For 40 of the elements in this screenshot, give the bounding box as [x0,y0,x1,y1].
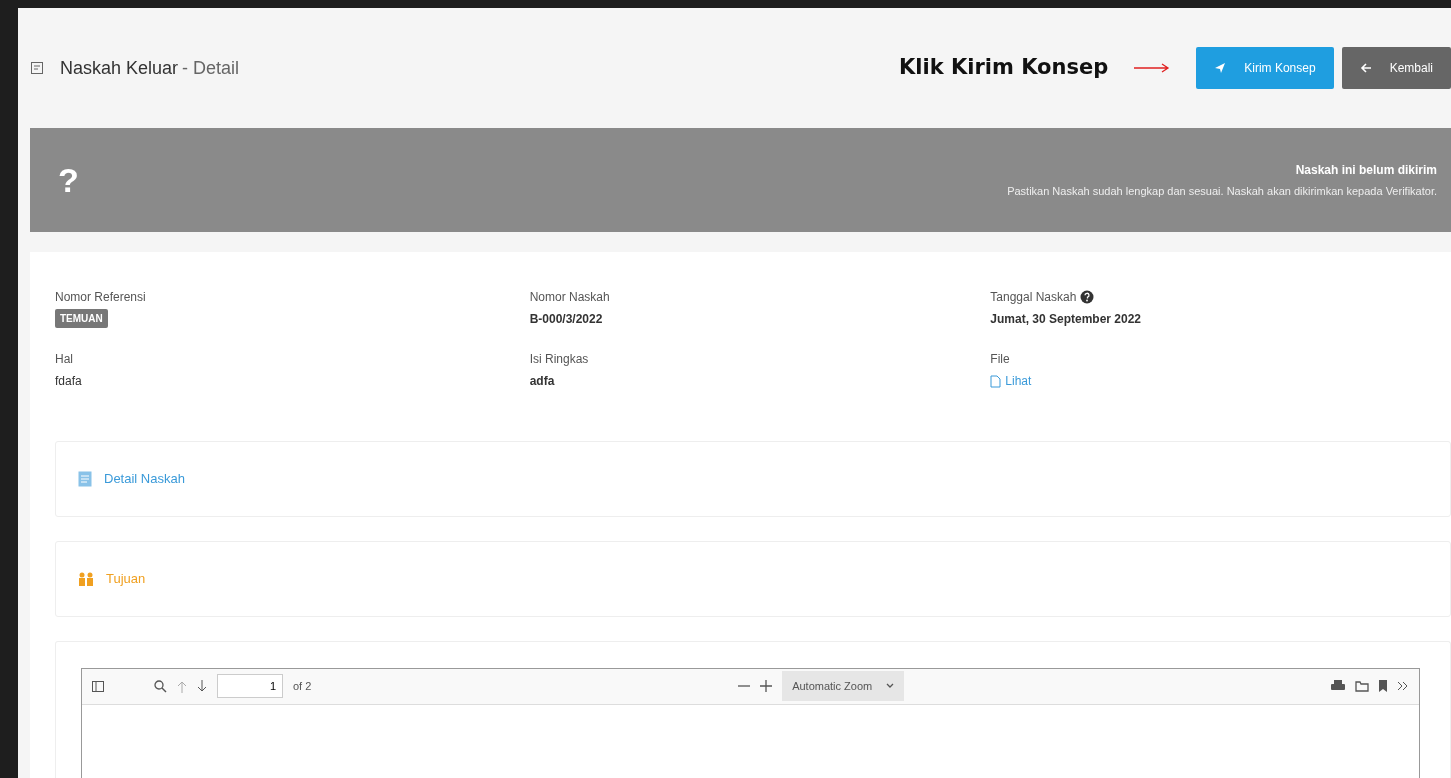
caret-icon [886,683,895,689]
send-icon [1214,62,1227,74]
button[interactable]: Kirim Konsep [1196,47,1334,89]
field-value: Jumat, 30 September 2022 [990,311,1143,328]
field-label: Isi Ringkas [529,351,589,368]
document-icon [30,61,44,75]
document-icon [78,470,92,487]
reference-tag: TEMUAN [55,309,108,328]
people-icon [78,571,94,586]
field-label: Nomor Referensi [55,289,146,306]
field-value: adfa [529,373,556,390]
page-field[interactable]: 1 [217,674,283,698]
question-mark: ? [58,159,79,201]
file-link[interactable]: Lihat [990,372,1032,390]
field-label: Tanggal Naskah [990,289,1077,306]
annotation-text: Klik Kirim Konsep [899,54,1109,82]
bookmark-icon[interactable] [1379,680,1387,692]
section-link[interactable]: Tujuan [106,568,146,589]
section-link[interactable]: Detail Naskah [104,468,185,489]
search-icon[interactable] [154,679,167,693]
more-tools-icon[interactable] [1397,681,1409,691]
page-subtitle: - Detail [182,56,240,80]
folder-icon[interactable] [1355,680,1369,692]
print-icon[interactable] [1331,680,1345,692]
button[interactable]: Kembali [1341,47,1451,89]
zoom-select[interactable]: Automatic Zoom [782,671,905,701]
banner-title: Naskah ini belum dikirim [1294,161,1437,179]
zoom-in-icon[interactable] [760,680,773,692]
page-title: Naskah Keluar [60,56,179,80]
back-arrow-icon [1359,62,1372,74]
sidebar-icon[interactable] [92,680,104,692]
field-value: fdafa [55,373,83,390]
page-count: of 2 [293,678,312,694]
field-label: Nomor Naskah [529,289,610,306]
field-label: Hal [55,351,73,368]
field-label: File [990,351,1010,368]
field-value: B-000/3/2022 [529,311,604,328]
down-arrow-icon[interactable] [197,679,207,693]
file-icon [990,374,1002,388]
banner-message: Pastikan Naskah sudah lengkap dan sesuai. Naskah akan dikirimkan kepada Verifikator. [1007,183,1437,199]
